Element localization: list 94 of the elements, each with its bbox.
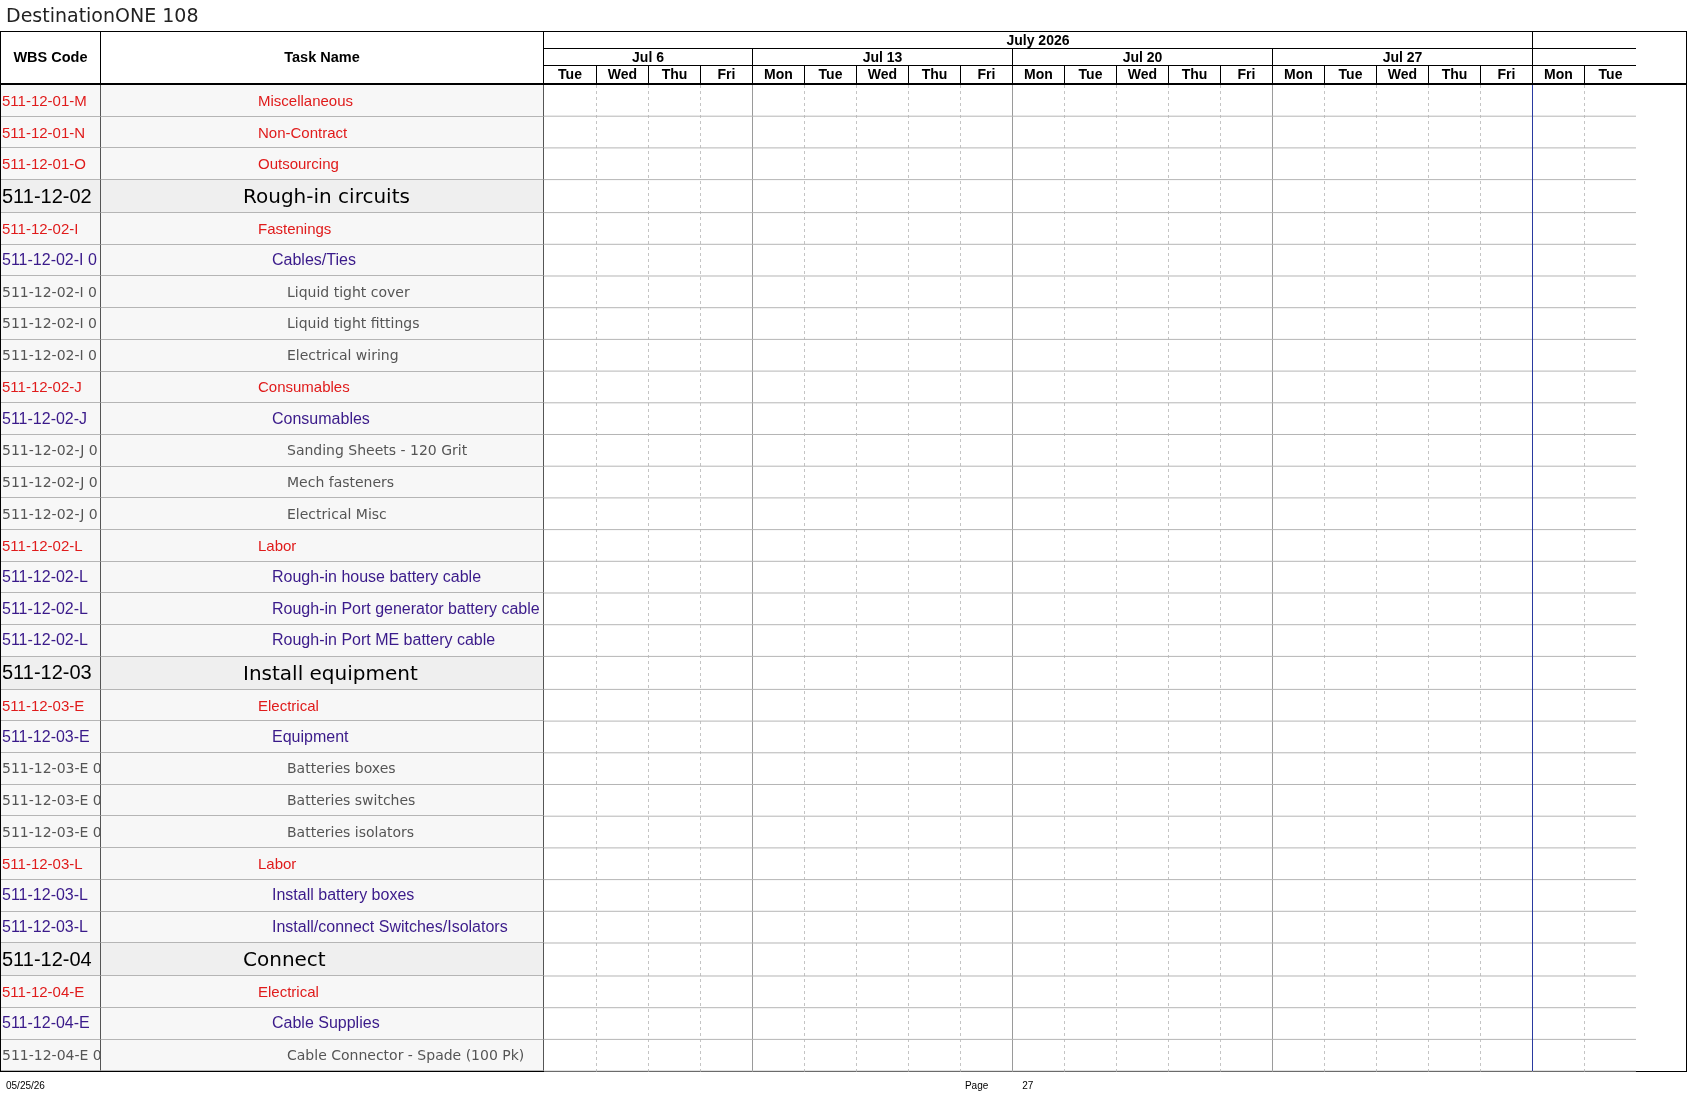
task-name: Electrical: [258, 983, 319, 1001]
task-name: Cable Connector - Spade (100 Pk): [287, 1046, 525, 1063]
wbs-code: 511-12-02-J: [2, 409, 88, 428]
day-header: Fri: [1480, 66, 1532, 83]
day-header: Tue: [804, 66, 856, 83]
wbs-code: 511-12-03-E 0: [2, 792, 100, 809]
task-name: Non-Contract: [258, 123, 348, 141]
day-header: Tue: [1584, 66, 1636, 83]
task-name: Consumables: [258, 378, 350, 396]
task-name: Install equipment: [243, 660, 418, 685]
task-name: Batteries boxes: [287, 760, 396, 777]
task-name: Batteries isolators: [287, 823, 415, 840]
wbs-code: 511-12-02-I 0: [2, 251, 97, 270]
task-name: Liquid tight fittings: [287, 315, 420, 332]
wbs-code: 511-12-04-E: [2, 1014, 90, 1033]
day-header: Tue: [1064, 66, 1116, 83]
task-name: Batteries switches: [287, 792, 416, 809]
page-label: Page: [964, 1080, 989, 1092]
wbs-code: 511-12-02-I: [2, 219, 79, 237]
task-name: Rough-in circuits: [243, 184, 410, 209]
month-header: July 2026: [544, 32, 1532, 49]
wbs-code: 511-12-03-L: [2, 886, 88, 905]
wbs-code: 511-12-03-L: [2, 854, 83, 872]
task-name: Electrical wiring: [287, 347, 399, 364]
wbs-code: 511-12-02-J: [2, 378, 82, 396]
week-header: Jul 13: [752, 49, 1012, 66]
week-header: Jul 6: [544, 49, 752, 66]
task-name: Outsourcing: [258, 155, 339, 173]
day-header: Fri: [960, 66, 1012, 83]
wbs-code: 511-12-03-E 0: [2, 760, 100, 777]
wbs-code: 511-12-03-L: [2, 917, 88, 936]
day-header: Thu: [648, 66, 700, 83]
wbs-code: 511-12-02-L: [2, 567, 88, 586]
wbs-code: 511-12-04-E: [2, 983, 85, 1001]
column-header: WBS Code: [1, 32, 101, 83]
wbs-code: 511-12-02-J 0: [2, 473, 98, 490]
wbs-code: 511-12-03-E 0: [2, 823, 100, 840]
day-header: Wed: [596, 66, 648, 83]
wbs-code: 511-12-04-E 0: [2, 1046, 100, 1063]
document-title: DestinationONE 108: [5, 3, 200, 28]
wbs-code: 511-12-02-L: [2, 599, 88, 618]
wbs-code: 511-12-02-I 0: [2, 347, 97, 364]
task-name: Electrical: [258, 696, 319, 714]
wbs-code: 511-12-02-J 0: [2, 505, 98, 522]
day-header: Thu: [908, 66, 960, 83]
wbs-code: 511-12-01-O: [2, 155, 86, 173]
task-name: Equipment: [272, 727, 349, 746]
task-name: Miscellaneous: [258, 91, 354, 109]
day-header: Tue: [557, 66, 583, 83]
task-name: Sanding Sheets - 120 Grit: [287, 442, 468, 459]
task-name: Rough-in Port generator battery cable: [272, 599, 540, 618]
task-name: Electrical Misc: [287, 505, 387, 522]
task-name: Labor: [258, 536, 297, 554]
day-header: Tue: [1324, 66, 1376, 83]
task-name: Consumables: [272, 409, 370, 428]
week-header: Jul 20: [1012, 49, 1272, 66]
day-header: Mon: [1532, 66, 1584, 83]
wbs-code: 511-12-01-N: [2, 123, 86, 141]
task-name: Cable Supplies: [272, 1014, 380, 1033]
task-name: Liquid tight cover: [287, 283, 410, 300]
wbs-code: 511-12-02-J 0: [2, 442, 98, 459]
task-name: Fastenings: [258, 219, 332, 237]
task-name: Mech fasteners: [287, 473, 395, 490]
page-number: 27: [1022, 1080, 1034, 1092]
print-date: 05/25/26: [6, 1080, 45, 1092]
column-header: Task Name: [101, 32, 544, 83]
wbs-code: 511-12-03-E: [2, 727, 90, 746]
day-header: Fri: [1220, 66, 1272, 83]
task-name: Rough-in house battery cable: [272, 567, 482, 586]
task-name: Labor: [258, 854, 297, 872]
task-name: Install battery boxes: [272, 886, 415, 905]
day-header: Wed: [856, 66, 908, 83]
task-name: Install/connect Switches/Isolators: [272, 917, 508, 936]
wbs-code: 511-12-02-L: [2, 631, 88, 650]
wbs-code: 511-12-02-I 0: [2, 283, 97, 300]
wbs-code: 511-12-01-M: [2, 91, 87, 109]
day-header: Mon: [752, 66, 804, 83]
wbs-code: 511-12-03: [2, 661, 92, 685]
wbs-code: 511-12-02-I 0: [2, 315, 97, 332]
wbs-code: 511-12-04: [2, 947, 92, 971]
day-header: Thu: [1428, 66, 1480, 83]
task-name: Connect: [243, 947, 326, 972]
day-header: Wed: [1116, 66, 1168, 83]
task-name: Cables/Ties: [272, 251, 356, 270]
day-header: Wed: [1376, 66, 1428, 83]
task-name: Rough-in Port ME battery cable: [272, 631, 496, 650]
day-header: Mon: [1012, 66, 1064, 83]
day-header: Mon: [1272, 66, 1324, 83]
wbs-code: 511-12-02-L: [2, 536, 83, 554]
wbs-code: 511-12-02: [2, 184, 92, 208]
week-header: Jul 27: [1272, 49, 1532, 66]
day-header: Fri: [700, 66, 752, 83]
day-header: Thu: [1168, 66, 1220, 83]
wbs-code: 511-12-03-E: [2, 696, 85, 714]
